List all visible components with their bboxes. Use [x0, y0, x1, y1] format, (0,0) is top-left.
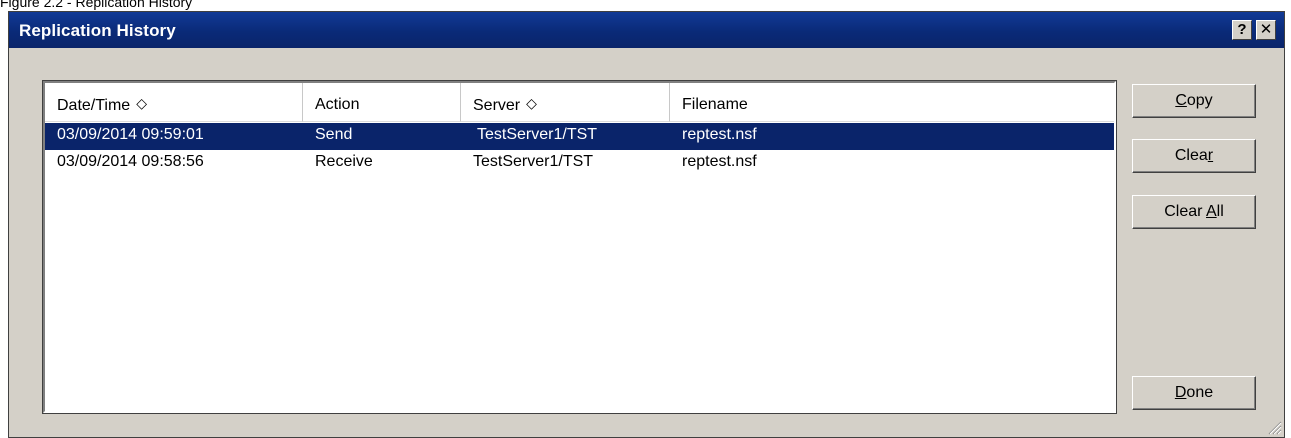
button-label-pre: Clear: [1164, 203, 1206, 220]
cell-action: Send: [315, 126, 353, 143]
cell-filename: reptest.nsf: [682, 153, 757, 170]
clear-button[interactable]: Clear: [1132, 139, 1256, 173]
column-header-datetime[interactable]: Date/Time ◇: [45, 83, 303, 122]
title-bar[interactable]: Replication History ? ✕: [9, 12, 1284, 48]
column-header-label: Action: [315, 96, 360, 113]
button-label-post: one: [1186, 384, 1214, 401]
cell-action: Receive: [315, 153, 373, 170]
column-header-label: Date/Time: [57, 97, 131, 114]
column-header-server[interactable]: Server ◇: [461, 83, 670, 122]
button-accelerator: r: [1207, 147, 1214, 164]
resize-grip-icon[interactable]: [1266, 419, 1282, 435]
button-accelerator: C: [1175, 92, 1187, 109]
close-button[interactable]: ✕: [1256, 20, 1276, 40]
table-row[interactable]: 03/09/2014 09:59:01 Send TestServer1/TST…: [45, 123, 1114, 150]
cell-server: TestServer1/TST: [473, 153, 594, 170]
column-header-action[interactable]: Action: [303, 83, 461, 122]
copy-button[interactable]: Copy: [1132, 84, 1256, 118]
help-button[interactable]: ?: [1232, 20, 1252, 40]
column-header-label: Server: [473, 97, 521, 114]
list-rows: 03/09/2014 09:59:01 Send TestServer1/TST…: [45, 123, 1114, 177]
button-label-post: opy: [1186, 92, 1213, 109]
sort-icon: ◇: [136, 95, 147, 111]
column-header-filename[interactable]: Filename: [670, 83, 1114, 122]
dialog-title: Replication History: [19, 21, 176, 40]
cell-datetime: 03/09/2014 09:59:01: [57, 126, 204, 143]
clear-all-button[interactable]: Clear All: [1132, 195, 1256, 229]
list-header: Date/Time ◇ Action Server ◇ Filename: [45, 83, 1114, 122]
button-label-pre: Clea: [1174, 147, 1208, 164]
table-row[interactable]: 03/09/2014 09:58:56 Receive TestServer1/…: [45, 150, 1114, 177]
button-label-post: ll: [1216, 203, 1224, 220]
cell-filename: reptest.nsf: [682, 126, 757, 143]
cell-datetime: 03/09/2014 09:58:56: [57, 153, 204, 170]
column-header-label: Filename: [682, 96, 748, 113]
button-accelerator: A: [1206, 203, 1217, 220]
figure-caption: Figure 2.2 - Replication History: [0, 0, 193, 10]
replication-history-list[interactable]: Date/Time ◇ Action Server ◇ Filename 03/09…: [42, 80, 1117, 414]
button-accelerator: D: [1174, 384, 1187, 401]
cell-server: TestServer1/TST: [477, 126, 598, 143]
done-button[interactable]: Done: [1132, 376, 1256, 410]
replication-history-dialog: Replication History ? ✕ Date/Time ◇ Actio…: [8, 11, 1285, 438]
sort-icon: ◇: [526, 95, 537, 111]
